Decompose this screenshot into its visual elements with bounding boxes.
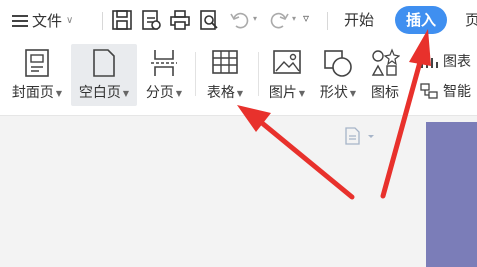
- shape-dropdown-caret[interactable]: ▼: [350, 89, 356, 98]
- page-break-dropdown-caret[interactable]: ▼: [176, 89, 182, 98]
- undo-icon[interactable]: [228, 8, 252, 32]
- smart-graphic-icon: [420, 83, 438, 99]
- cover-page-button[interactable]: 封面页 ▼: [6, 44, 68, 106]
- picture-dropdown-caret[interactable]: ▼: [299, 89, 305, 98]
- toolbar-divider: [102, 12, 103, 30]
- picture-label: 图片: [268, 85, 297, 101]
- icon-library-label: 图标: [371, 85, 399, 101]
- ribbon-divider: [195, 52, 196, 96]
- ribbon-divider: [258, 52, 259, 96]
- file-menu-button[interactable]: 文件 ∨: [12, 10, 73, 31]
- print-icon[interactable]: [168, 8, 192, 32]
- file-menu-label: 文件: [32, 12, 63, 30]
- chart-label: 图表: [443, 54, 471, 70]
- redo-icon[interactable]: [267, 8, 291, 32]
- page-break-label: 分页: [145, 85, 174, 101]
- quick-access-more-icon[interactable]: ▿: [303, 11, 309, 25]
- export-pdf-icon[interactable]: [139, 8, 163, 32]
- document-canvas[interactable]: [0, 116, 477, 267]
- bar-chart-icon: [421, 55, 438, 68]
- tab-start[interactable]: 开始: [344, 9, 374, 30]
- chart-button[interactable]: 图表: [419, 51, 471, 71]
- page-content-block: [426, 122, 477, 267]
- table-icon: [212, 50, 238, 74]
- blank-page-button[interactable]: 空白页 ▼: [71, 44, 137, 106]
- save-icon[interactable]: [110, 8, 134, 32]
- smart-graphic-button[interactable]: 智能: [419, 81, 471, 101]
- tab-page[interactable]: 页: [465, 9, 477, 30]
- cover-page-dropdown-caret[interactable]: ▼: [56, 89, 62, 98]
- redo-dropdown-caret[interactable]: ▾: [292, 14, 296, 23]
- document-options-icon[interactable]: [344, 127, 374, 145]
- page-break-icon: [151, 50, 177, 76]
- tab-insert[interactable]: 插入: [395, 6, 447, 34]
- shape-icon: [324, 50, 352, 77]
- chevron-down-icon: ∨: [66, 15, 74, 26]
- table-dropdown-caret[interactable]: ▼: [237, 89, 243, 98]
- cover-page-label: 封面页: [11, 85, 54, 101]
- picture-icon: [273, 50, 301, 74]
- table-label: 表格: [206, 85, 235, 101]
- smart-graphic-label: 智能: [443, 84, 471, 100]
- hamburger-icon: [12, 14, 28, 27]
- shape-button[interactable]: 形状 ▼: [314, 44, 362, 106]
- blank-page-label: 空白页: [78, 85, 121, 101]
- cover-page-icon: [25, 49, 49, 77]
- print-preview-icon[interactable]: [197, 8, 221, 32]
- picture-button[interactable]: 图片 ▼: [264, 44, 310, 106]
- blank-page-dropdown-caret[interactable]: ▼: [123, 89, 129, 98]
- shape-label: 形状: [319, 85, 348, 101]
- toolbar-divider: [327, 12, 328, 30]
- table-button[interactable]: 表格 ▼: [200, 44, 250, 106]
- blank-page-icon: [93, 49, 115, 77]
- icon-library-icon: [371, 48, 400, 76]
- icon-library-button[interactable]: 图标: [366, 44, 404, 106]
- undo-dropdown-caret[interactable]: ▾: [253, 14, 257, 23]
- page-break-button[interactable]: 分页 ▼: [140, 44, 188, 106]
